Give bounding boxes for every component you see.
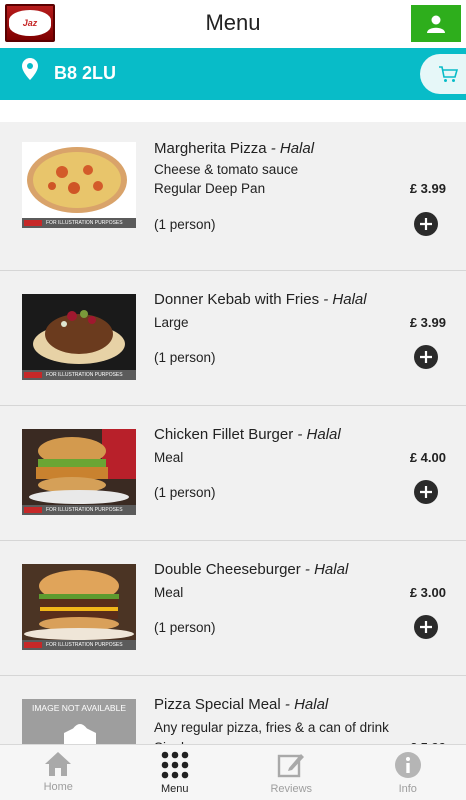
item-description: Meal — [154, 585, 184, 600]
cheeseburger-image — [22, 564, 136, 640]
menu-item[interactable]: FOR ILLUSTRATION PURPOSES Double Cheeseb… — [0, 541, 466, 676]
nav-info[interactable]: Info — [350, 745, 466, 800]
item-name: Margherita Pizza - Halal — [154, 140, 314, 157]
location-pin-icon — [22, 58, 38, 80]
info-icon — [394, 752, 421, 778]
user-icon — [427, 15, 445, 33]
halal-tag: - Halal — [293, 426, 341, 443]
item-description: Meal — [154, 450, 184, 465]
nav-menu[interactable]: Menu — [117, 745, 234, 800]
nav-home[interactable]: Home — [0, 745, 117, 800]
cart-button[interactable] — [420, 54, 466, 94]
page-title: Menu — [205, 10, 261, 35]
item-name: Chicken Fillet Burger - Halal — [154, 426, 341, 443]
item-serves: (1 person) — [154, 217, 216, 232]
item-serves: (1 person) — [154, 620, 216, 635]
item-title: Chicken Fillet Burger — [154, 426, 294, 443]
item-name: Donner Kebab with Fries - Halal — [154, 291, 367, 308]
item-description: Any regular pizza, fries & a can of drin… — [154, 720, 389, 735]
add-to-cart-button[interactable] — [414, 345, 438, 369]
spacer — [0, 100, 466, 122]
plus-icon — [420, 486, 432, 498]
halal-tag: - Halal — [319, 291, 367, 308]
cart-icon — [439, 66, 458, 82]
item-image: FOR ILLUSTRATION PURPOSES — [22, 294, 136, 380]
item-title: Double Cheeseburger — [154, 561, 301, 578]
nav-reviews[interactable]: Reviews — [233, 745, 350, 800]
item-image: FOR ILLUSTRATION PURPOSES — [22, 564, 136, 650]
plus-icon — [420, 218, 432, 230]
menu-list: FOR ILLUSTRATION PURPOSES Margherita Piz… — [0, 122, 466, 800]
menu-item[interactable]: FOR ILLUSTRATION PURPOSES Donner Kebab w… — [0, 271, 466, 406]
nav-label: Info — [398, 783, 417, 795]
image-caption: FOR ILLUSTRATION PURPOSES — [22, 640, 136, 650]
nav-label: Menu — [160, 783, 189, 795]
item-image: FOR ILLUSTRATION PURPOSES — [22, 429, 136, 515]
item-description: Large — [154, 315, 189, 330]
add-to-cart-button[interactable] — [414, 615, 438, 639]
plus-icon — [420, 621, 432, 633]
location-bar: B8 2LU — [0, 48, 466, 100]
kebab-image — [22, 294, 136, 370]
item-serves: (1 person) — [154, 350, 216, 365]
item-image: FOR ILLUSTRATION PURPOSES — [22, 142, 136, 228]
nav-label: Reviews — [270, 783, 313, 795]
item-price: £ 3.00 — [409, 585, 446, 600]
menu-item[interactable]: FOR ILLUSTRATION PURPOSES Margherita Piz… — [0, 122, 466, 271]
halal-tag: - Halal — [266, 140, 315, 157]
item-price: £ 4.00 — [409, 450, 446, 465]
add-to-cart-button[interactable] — [414, 480, 438, 504]
plus-icon — [420, 351, 432, 363]
image-caption: FOR ILLUSTRATION PURPOSES — [22, 218, 136, 228]
add-to-cart-button[interactable] — [414, 212, 438, 236]
edit-icon — [278, 754, 305, 778]
item-description: Cheese & tomato sauce — [154, 162, 299, 177]
item-title: Margherita Pizza — [154, 140, 267, 157]
pizza-image — [22, 142, 136, 218]
image-placeholder-text: IMAGE NOT AVAILABLE — [31, 703, 126, 713]
app: Jaz Menu B8 2LU FOR ILLUSTRATION PURPOSE… — [0, 0, 466, 800]
chicken-burger-image — [22, 429, 136, 505]
bottom-nav: Home Menu Reviews Info — [0, 744, 466, 800]
menu-grid-icon — [161, 751, 189, 779]
item-title: Pizza Special Meal — [154, 696, 281, 713]
item-size: Regular Deep Pan — [154, 181, 266, 196]
postcode[interactable]: B8 2LU — [54, 63, 116, 84]
item-price: £ 3.99 — [409, 181, 446, 196]
menu-item[interactable]: FOR ILLUSTRATION PURPOSES Chicken Fillet… — [0, 406, 466, 541]
home-icon — [45, 752, 72, 776]
nav-label: Home — [43, 781, 73, 793]
image-caption: FOR ILLUSTRATION PURPOSES — [22, 370, 136, 380]
item-price: £ 3.99 — [409, 315, 446, 330]
item-title: Donner Kebab with Fries — [154, 291, 320, 308]
halal-tag: - Halal — [280, 696, 329, 713]
header: Jaz Menu — [0, 0, 466, 48]
item-name: Pizza Special Meal - Halal — [154, 696, 328, 713]
item-name: Double Cheeseburger - Halal — [154, 561, 348, 578]
account-button[interactable] — [411, 5, 461, 42]
halal-tag: - Halal — [300, 561, 349, 578]
item-serves: (1 person) — [154, 485, 216, 500]
image-caption: FOR ILLUSTRATION PURPOSES — [22, 505, 136, 515]
